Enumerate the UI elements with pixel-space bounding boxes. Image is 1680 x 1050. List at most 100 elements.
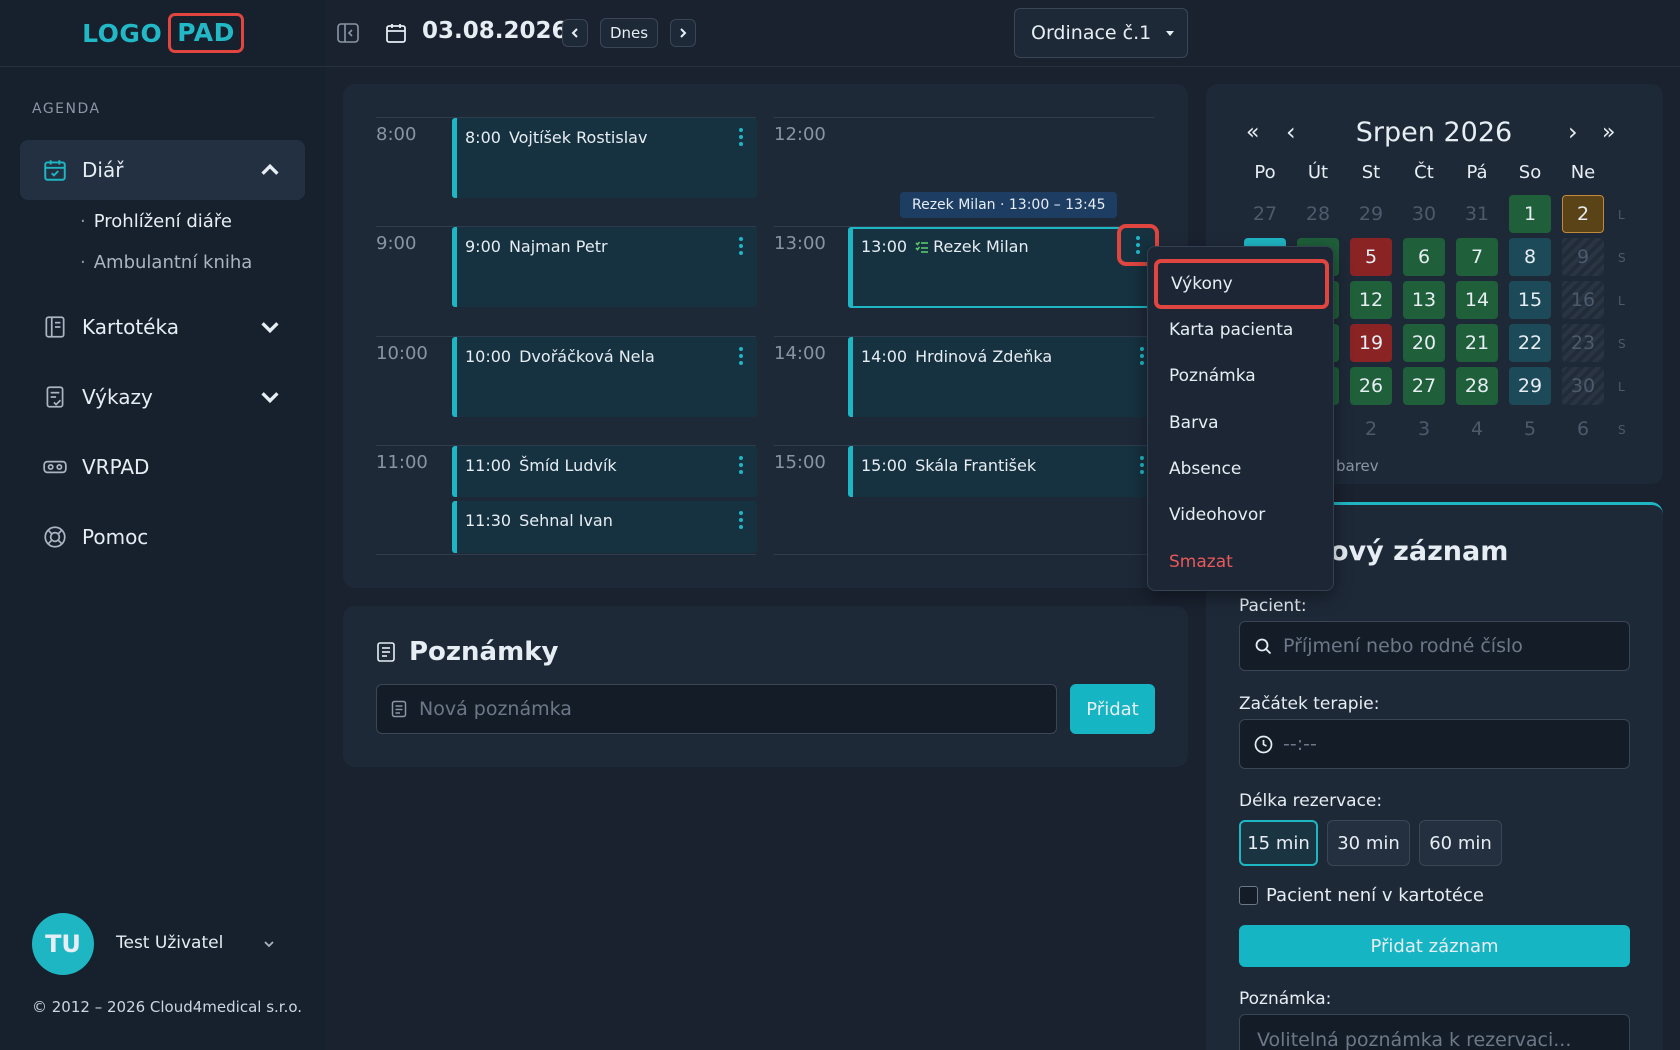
chevron-down-icon[interactable] <box>262 937 276 951</box>
calendar-day-outside[interactable]: 4 <box>1456 410 1498 448</box>
calendar-day-outside[interactable]: 3 <box>1403 410 1445 448</box>
menu-item-barva[interactable]: Barva <box>1169 413 1219 433</box>
menu-item-poznamka[interactable]: Poznámka <box>1169 366 1256 386</box>
weekday-label: Po <box>1254 162 1276 183</box>
appointment-card[interactable]: 8:00 Vojtíšek Rostislav <box>452 118 757 198</box>
add-note-button[interactable]: Přidat <box>1070 684 1155 734</box>
app-root: LOGO PAD AGENDA Diář · Prohlížení diáře ·… <box>0 0 1680 1050</box>
sidebar-item-pomoc[interactable]: Pomoc <box>20 507 305 567</box>
sidebar-toggle-icon[interactable] <box>336 22 360 44</box>
calendar-day[interactable]: 27 <box>1403 367 1445 405</box>
appointment-card-selected[interactable]: 13:00 Rezek Milan <box>848 227 1158 308</box>
next-month-button[interactable]: › <box>1568 118 1578 146</box>
week-mark: L <box>1618 294 1625 308</box>
calendar-day[interactable]: 21 <box>1456 324 1498 362</box>
more-vertical-icon[interactable] <box>739 235 743 257</box>
duration-60-button[interactable]: 60 min <box>1419 820 1502 866</box>
current-date[interactable]: 03.08.2026 <box>422 18 568 44</box>
calendar-day[interactable]: 29 <box>1509 367 1551 405</box>
calendar-day[interactable]: 7 <box>1456 238 1498 276</box>
calendar-day-outside[interactable]: 31 <box>1456 195 1498 233</box>
appointment-card[interactable]: 11:30 Sehnal Ivan <box>452 501 757 553</box>
menu-item-karta-pacienta[interactable]: Karta pacienta <box>1169 320 1293 340</box>
sidebar-item-vykazy[interactable]: Výkazy <box>20 367 305 427</box>
menu-item-videohovor[interactable]: Videohovor <box>1169 505 1265 525</box>
report-icon <box>46 386 64 408</box>
week-mark: L <box>1618 380 1625 394</box>
more-vertical-icon[interactable] <box>1140 345 1144 367</box>
today-button[interactable]: Dnes <box>600 18 658 48</box>
appointment-patient: Hrdinová Zdeňka <box>915 347 1053 366</box>
calendar-day-outside[interactable]: 29 <box>1350 195 1392 233</box>
sidebar-subitem-label: Ambulantní kniha <box>93 252 253 273</box>
calendar-day[interactable]: 26 <box>1350 367 1392 405</box>
menu-item-smazat[interactable]: Smazat <box>1169 552 1233 572</box>
time-label: 9:00 <box>376 233 417 254</box>
appointment-patient: Vojtíšek Rostislav <box>508 128 648 147</box>
calendar-day[interactable]: 8 <box>1509 238 1551 276</box>
calendar-day-sunday[interactable]: 2 <box>1562 195 1604 233</box>
duration-15-button[interactable]: 15 min <box>1239 820 1318 866</box>
start-time-input[interactable]: --:-- <box>1239 719 1630 769</box>
menu-item-vykony[interactable]: Výkony <box>1154 259 1329 309</box>
calendar-day[interactable]: 13 <box>1403 281 1445 319</box>
menu-item-label: Výkony <box>1171 274 1233 294</box>
appointment-time: 9:00 <box>465 237 501 256</box>
prev-month-button[interactable]: ‹ <box>1286 118 1296 146</box>
more-vertical-icon[interactable] <box>739 509 743 531</box>
calendar-day[interactable]: 28 <box>1456 367 1498 405</box>
calendar-day[interactable]: 1 <box>1509 195 1551 233</box>
appointment-card[interactable]: 10:00 Dvořáčková Nela <box>452 337 757 417</box>
logo[interactable]: LOGO PAD <box>0 0 326 67</box>
calendar-icon <box>386 24 406 43</box>
calendar-day[interactable]: 19 <box>1350 324 1392 362</box>
calendar-day[interactable]: 5 <box>1350 238 1392 276</box>
more-vertical-icon[interactable] <box>1140 454 1144 476</box>
appointment-tooltip: Rezek Milan · 13:00 – 13:45 <box>900 192 1118 218</box>
new-note-input[interactable]: Nová poznámka <box>376 684 1057 734</box>
calendar-day-outside[interactable]: 6 <box>1562 410 1604 448</box>
prev-day-button[interactable] <box>562 19 588 47</box>
prev-year-button[interactable]: « <box>1246 120 1259 145</box>
appointment-card[interactable]: 11:00 Šmíd Ludvík <box>452 446 757 497</box>
calendar-day[interactable]: 15 <box>1509 281 1551 319</box>
patient-search-input[interactable]: Příjmení nebo rodné číslo <box>1239 621 1630 671</box>
appointment-time: 15:00 <box>861 456 908 475</box>
appointment-card[interactable]: 9:00 Najman Petr <box>452 227 757 307</box>
appointment-time: 14:00 <box>861 347 908 366</box>
sidebar-item-diar[interactable]: Diář <box>20 140 305 200</box>
office-select[interactable]: Ordinace č.1 <box>1014 8 1188 58</box>
menu-item-absence[interactable]: Absence <box>1169 459 1241 479</box>
next-day-button[interactable] <box>670 19 696 47</box>
calendar-day[interactable]: 12 <box>1350 281 1392 319</box>
calendar-day[interactable]: 20 <box>1403 324 1445 362</box>
calendar-day-outside[interactable]: 30 <box>1403 195 1445 233</box>
appointment-card[interactable]: 14:00 Hrdinová Zdeňka <box>848 337 1158 417</box>
next-year-button[interactable]: » <box>1602 120 1615 145</box>
appointment-card[interactable]: 15:00 Skála František <box>848 446 1158 497</box>
sidebar-item-vrpad[interactable]: VRPAD <box>20 437 305 497</box>
chevron-up-icon <box>261 163 279 175</box>
sidebar-subitem-ambulantni-kniha[interactable]: · Ambulantní kniha <box>80 252 252 273</box>
color-legend-link[interactable]: barev <box>1336 457 1379 475</box>
duration-30-button[interactable]: 30 min <box>1327 820 1410 866</box>
add-record-button[interactable]: Přidat záznam <box>1239 925 1630 967</box>
note-textarea[interactable]: Volitelná poznámka k rezervaci... <box>1239 1014 1630 1050</box>
calendar-day[interactable]: 14 <box>1456 281 1498 319</box>
calendar-day[interactable]: 22 <box>1509 324 1551 362</box>
sidebar-item-kartoteka[interactable]: Kartotéka <box>20 297 305 357</box>
calendar-day-outside[interactable]: 27 <box>1244 195 1286 233</box>
more-vertical-icon[interactable] <box>739 126 743 148</box>
calendar-day[interactable]: 6 <box>1403 238 1445 276</box>
user-name[interactable]: Test Uživatel <box>116 933 223 953</box>
avatar[interactable]: TU <box>32 913 94 975</box>
calendar-day-outside[interactable]: 5 <box>1509 410 1551 448</box>
more-vertical-icon[interactable] <box>739 454 743 476</box>
chevron-down-icon <box>261 322 279 334</box>
calendar-day-outside[interactable]: 2 <box>1350 410 1392 448</box>
not-in-registry-checkbox[interactable] <box>1239 886 1258 905</box>
more-vertical-icon[interactable] <box>739 345 743 367</box>
sidebar-item-label: Pomoc <box>82 525 149 549</box>
calendar-day-outside[interactable]: 28 <box>1297 195 1339 233</box>
sidebar-subitem-prohlizeni[interactable]: · Prohlížení diáře <box>80 211 232 232</box>
